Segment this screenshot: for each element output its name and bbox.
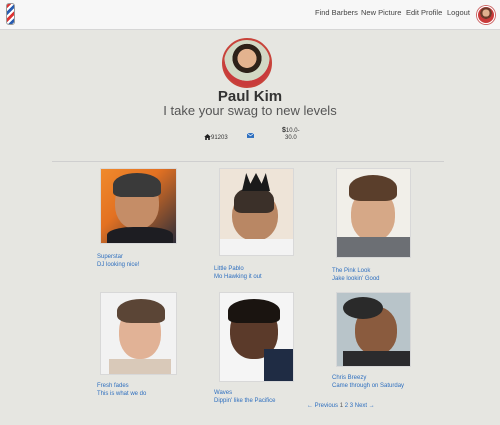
price-range-max: 30.0 bbox=[285, 135, 297, 141]
nav-edit-profile[interactable]: Edit Profile bbox=[406, 8, 442, 17]
section-divider bbox=[52, 161, 444, 162]
gallery-description: Mo Hawking it out bbox=[214, 274, 262, 280]
gallery-title[interactable]: Superstar bbox=[97, 253, 139, 261]
gallery-title[interactable]: The Pink Look bbox=[332, 267, 380, 275]
top-navbar: Find Barbers New Picture Edit Profile Lo… bbox=[0, 0, 500, 30]
pagination-page-3[interactable]: 3 bbox=[350, 403, 353, 409]
gallery-caption[interactable]: Little Pablo Mo Hawking it out bbox=[214, 265, 262, 281]
gallery-caption[interactable]: Chris Breezy Came through on Saturday bbox=[332, 374, 404, 390]
gallery-description: Jake lookin' Good bbox=[332, 276, 380, 282]
pagination-page-2[interactable]: 2 bbox=[345, 403, 348, 409]
gallery-image[interactable] bbox=[100, 292, 177, 375]
gallery-image[interactable] bbox=[336, 168, 411, 258]
gallery-caption[interactable]: Fresh fades This is what we do bbox=[97, 382, 146, 398]
gallery-image[interactable] bbox=[336, 292, 411, 367]
gallery-image[interactable] bbox=[219, 292, 294, 382]
gallery-caption[interactable]: The Pink Look Jake lookin' Good bbox=[332, 267, 380, 283]
zip-code: 91203 bbox=[211, 135, 228, 141]
profile-avatar bbox=[222, 38, 272, 88]
nav-new-picture[interactable]: New Picture bbox=[361, 8, 401, 17]
gallery-description: Came through on Saturday bbox=[332, 383, 405, 389]
gallery-title[interactable]: Fresh fades bbox=[97, 382, 146, 390]
home-icon bbox=[204, 134, 211, 140]
mail-icon[interactable] bbox=[246, 132, 255, 138]
gallery-title[interactable]: Little Pablo bbox=[214, 265, 262, 273]
gallery-caption[interactable]: Waves Dippin' like the Pacifice bbox=[214, 389, 276, 405]
pagination-previous[interactable]: ← Previous bbox=[307, 403, 338, 409]
user-avatar[interactable] bbox=[477, 6, 495, 24]
profile-tagline: I take your swag to new levels bbox=[163, 103, 337, 118]
gallery-title[interactable]: Chris Breezy bbox=[332, 374, 404, 382]
nav-find-barbers[interactable]: Find Barbers bbox=[315, 8, 358, 17]
zip-info: 91203 bbox=[204, 134, 228, 141]
gallery-description: Dippin' like the Pacifice bbox=[214, 398, 276, 404]
gallery-description: DJ looking nice! bbox=[97, 262, 140, 268]
nav-logout[interactable]: Logout bbox=[447, 8, 470, 17]
pagination-page-1[interactable]: 1 bbox=[340, 403, 343, 409]
pagination-next[interactable]: Next → bbox=[355, 403, 375, 409]
gallery-image[interactable] bbox=[100, 168, 177, 244]
gallery-image[interactable] bbox=[219, 168, 294, 256]
gallery-caption[interactable]: Superstar DJ looking nice! bbox=[97, 253, 139, 269]
pagination: ← Previous 1 2 3 Next → bbox=[307, 403, 375, 409]
gallery-description: This is what we do bbox=[97, 391, 147, 397]
gallery-title[interactable]: Waves bbox=[214, 389, 276, 397]
price-info: $10.0- 30.0 bbox=[282, 127, 300, 142]
barber-pole-logo-icon[interactable] bbox=[6, 3, 15, 25]
mail-link[interactable] bbox=[246, 132, 255, 140]
price-range: 10.0- bbox=[285, 128, 300, 134]
